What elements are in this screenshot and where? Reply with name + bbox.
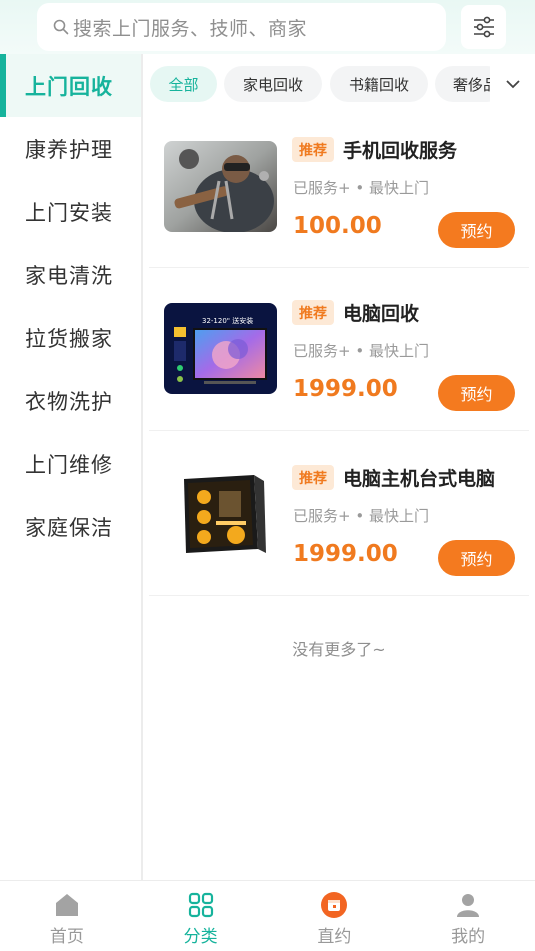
sidebar-item-install[interactable]: 上门安装 [0,180,141,243]
bottom-tab-bar: 首页 分类 直约 我的 [0,880,535,951]
sidebar-item-care[interactable]: 康养护理 [0,117,141,180]
product-image [164,469,277,560]
product-meta: 已服务+ • 最快上门 [293,179,429,197]
product-card[interactable]: 推荐 手机回收服务 已服务+ • 最快上门 100.00 预约 [143,105,535,268]
sidebar-item-label: 家电清洗 [25,263,113,288]
subcategory-tabs: 全部 家电回收 书籍回收 奢侈品 [150,63,535,105]
tab-label: 首页 [49,927,84,947]
recommend-badge: 推荐 [292,137,334,162]
product-price: 1999.00 [293,376,398,402]
tab-home[interactable]: 首页 [0,881,134,951]
sidebar-item-appliance-cleaning[interactable]: 家电清洗 [0,243,141,306]
grid-icon [187,891,215,919]
tab-label: 我的 [451,927,486,947]
sidebar-item-recycle[interactable]: 上门回收 [0,54,141,117]
recommend-badge: 推荐 [292,300,334,325]
recommend-badge: 推荐 [292,465,334,490]
tab-appliance-recycle[interactable]: 家电回收 [224,66,322,102]
sidebar-item-label: 家庭保洁 [25,515,113,540]
filter-button[interactable] [461,5,506,49]
expand-tabs-button[interactable] [490,63,535,105]
sidebar-item-label: 上门维修 [25,452,113,477]
tab-category[interactable]: 分类 [134,881,268,951]
sidebar-item-label: 上门安装 [25,200,113,225]
divider [149,595,529,596]
tv-screen-text: 32-120" 送安装 [202,316,253,325]
product-name: 手机回收服务 [343,140,458,162]
tab-label: 全部 [168,75,199,94]
book-button[interactable]: 预约 [438,540,515,576]
book-button[interactable]: 预约 [438,375,515,411]
tab-label: 分类 [183,927,218,947]
product-image: 32-120" 送安装 [164,303,277,394]
search-placeholder: 搜索上门服务、技师、商家 [73,17,308,40]
chevron-down-icon [505,80,520,89]
sidebar-item-label: 衣物洗护 [25,389,113,414]
sidebar-item-cleaning[interactable]: 家庭保洁 [0,495,141,558]
no-more-text: 没有更多了~ [292,640,386,659]
home-icon [53,891,81,919]
tab-all[interactable]: 全部 [150,66,217,102]
tab-book-recycle[interactable]: 书籍回收 [330,66,428,102]
category-sidebar: 上门回收 康养护理 上门安装 家电清洗 拉货搬家 衣物洗护 上门维修 家庭保洁 [0,54,143,880]
sidebar-item-label: 康养护理 [25,137,113,162]
sidebar-item-label: 拉货搬家 [25,326,113,351]
tab-label: 书籍回收 [348,75,409,94]
sliders-icon [473,16,494,38]
sidebar-item-repair[interactable]: 上门维修 [0,432,141,495]
tab-label: 家电回收 [242,75,303,94]
product-card[interactable]: 32-120" 送安装 推荐 电脑回收 已服务+ • 最快上门 1999.00 … [143,268,535,431]
product-card[interactable]: 推荐 电脑主机台式电脑 已服务+ • 最快上门 1999.00 预约 [143,433,535,596]
product-meta: 已服务+ • 最快上门 [293,507,429,525]
top-bar: 搜索上门服务、技师、商家 [0,0,535,54]
product-name: 电脑主机台式电脑 [343,468,496,490]
sidebar-item-label: 上门回收 [25,74,113,99]
tab-direct-booking[interactable]: 直约 [268,881,402,951]
product-price: 1999.00 [293,541,398,567]
divider [149,430,529,431]
user-icon [454,891,482,919]
product-meta: 已服务+ • 最快上门 [293,342,429,360]
book-button[interactable]: 预约 [438,212,515,248]
tab-mine[interactable]: 我的 [401,881,535,951]
product-name: 电脑回收 [343,303,420,325]
sidebar-item-laundry[interactable]: 衣物洗护 [0,369,141,432]
product-price: 100.00 [293,213,382,239]
search-input[interactable]: 搜索上门服务、技师、商家 [37,3,446,51]
search-icon [53,19,69,35]
product-image [164,141,277,232]
sidebar-item-moving[interactable]: 拉货搬家 [0,306,141,369]
tab-label: 直约 [317,927,352,947]
calendar-icon [320,891,348,919]
